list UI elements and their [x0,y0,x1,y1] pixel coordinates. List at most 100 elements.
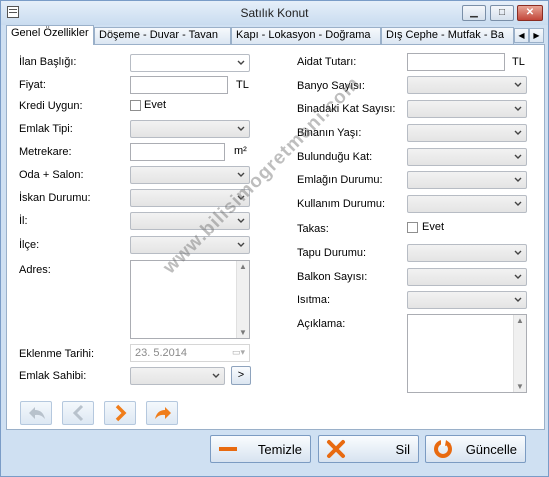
scroll-up-icon[interactable]: ▲ [516,316,524,325]
balkon-sayisi-label: Balkon Sayısı: [297,271,368,283]
metrekare-label: Metrekare: [19,146,72,158]
kredi-uygun-label: Kredi Uygun: [19,100,83,112]
scroll-down-icon[interactable]: ▼ [516,382,524,391]
bulundugu-kat-label: Bulunduğu Kat: [297,151,373,163]
tab-kapi-lokasyon-dograma[interactable]: Kapı - Lokasyon - Doğrama [231,27,381,44]
oda-salon-select[interactable] [130,166,250,184]
iskan-durumu-label: İskan Durumu: [19,192,91,204]
last-record-button[interactable] [146,401,178,425]
emlak-durumu-label: Emlağın Durumu: [297,174,383,186]
ilce-label: İlçe: [19,239,40,251]
adres-label: Adres: [19,264,51,276]
metrekare-input[interactable] [130,143,225,161]
previous-record-button[interactable] [62,401,94,425]
scroll-up-icon[interactable]: ▲ [239,262,247,271]
oda-salon-label: Oda + Salon: [19,169,84,181]
sil-button[interactable]: Sil [318,435,419,463]
chevron-down-icon [514,274,522,279]
chevron-down-icon [237,242,245,247]
kullanim-durumu-select[interactable] [407,195,527,213]
emlak-durumu-select[interactable] [407,171,527,189]
chevron-down-icon [514,297,522,302]
emlak-tipi-label: Emlak Tipi: [19,123,73,135]
tab-scroll-left-button[interactable]: ◀ [514,28,529,43]
tapu-durumu-select[interactable] [407,244,527,262]
chevron-down-icon [514,82,522,87]
eklenme-tarihi-picker[interactable]: 23. 5.2014 ▭▾ [130,344,250,362]
refresh-icon [434,440,452,458]
adres-textarea[interactable]: ▲ ▼ [130,260,250,339]
aciklama-textarea[interactable]: ▲ ▼ [407,314,527,393]
eklenme-tarihi-value: 23. 5.2014 [135,347,187,359]
isitma-select[interactable] [407,291,527,309]
tab-dis-cephe-mutfak[interactable]: Dış Cephe - Mutfak - Ba [381,27,514,44]
tab-doseme-duvar-tavan[interactable]: Döşeme - Duvar - Tavan [94,27,231,44]
fiyat-label: Fiyat: [19,79,46,91]
kredi-uygun-checkbox[interactable] [130,100,141,111]
app-window: Satılık Konut ▁ □ ✕ Genel Özellikler Döş… [0,0,549,477]
chevron-right-icon [115,404,127,422]
fiyat-input[interactable] [130,76,228,94]
metrekare-unit: m² [234,145,247,157]
aidat-tutari-label: Aidat Tutarı: [297,56,357,68]
maximize-button[interactable]: □ [490,5,514,21]
delete-x-icon [327,440,345,458]
chevron-down-icon [514,106,522,111]
kullanim-durumu-label: Kullanım Durumu: [297,198,386,210]
emlak-sahibi-more-button[interactable]: > [231,366,251,385]
bulundugu-kat-select[interactable] [407,148,527,166]
emlak-tipi-select[interactable] [130,120,250,138]
chevron-down-icon [514,250,522,255]
ilan-basligi-select[interactable] [130,54,250,72]
tab-genel-ozellikler[interactable]: Genel Özellikler [6,25,94,45]
chevron-down-icon [514,177,522,182]
chevron-down-icon [212,373,220,378]
close-button[interactable]: ✕ [517,5,543,21]
tapu-durumu-label: Tapu Durumu: [297,247,367,259]
scroll-down-icon[interactable]: ▼ [239,328,247,337]
chevron-down-icon [514,154,522,159]
adres-scrollbar[interactable]: ▲ ▼ [236,261,249,338]
chevron-down-icon [514,201,522,206]
ilan-basligi-label: İlan Başlığı: [19,56,77,68]
banyo-sayisi-select[interactable] [407,76,527,94]
minus-icon [219,447,237,451]
tab-strip: Genel Özellikler Döşeme - Duvar - Tavan … [6,25,546,45]
il-label: İl: [19,215,28,227]
balkon-sayisi-select[interactable] [407,268,527,286]
guncelle-button[interactable]: Güncelle [425,435,526,463]
chevron-down-icon [237,126,245,131]
kat-sayisi-select[interactable] [407,100,527,118]
takas-label: Takas: [297,223,329,235]
minimize-button[interactable]: ▁ [462,5,486,21]
kredi-uygun-check-label: Evet [144,99,167,111]
guncelle-label: Güncelle [465,442,517,457]
aidat-unit: TL [512,56,525,68]
chevron-down-icon [237,218,245,223]
bina-yasi-select[interactable] [407,124,527,142]
title-bar: Satılık Konut ▁ □ ✕ [1,1,548,25]
eklenme-tarihi-label: Eklenme Tarihi: [19,348,94,360]
fiyat-unit: TL [236,79,249,91]
aidat-tutari-input[interactable] [407,53,505,71]
genel-ozellikler-panel: İlan Başlığı: Fiyat: TL Kredi Uygun: Eve… [6,44,545,430]
calendar-icon: ▭▾ [231,347,245,357]
emlak-sahibi-label: Emlak Sahibi: [19,370,87,382]
aciklama-label: Açıklama: [297,318,346,330]
takas-check-label: Evet [422,221,445,233]
redo-arrow-icon [155,407,171,419]
isitma-label: Isıtma: [297,294,331,306]
chevron-left-icon [72,404,84,422]
sil-label: Sil [395,442,410,457]
aciklama-scrollbar[interactable]: ▲ ▼ [513,315,526,392]
emlak-sahibi-select[interactable] [130,367,225,385]
temizle-label: Temizle [257,442,302,457]
chevron-down-icon [237,60,245,65]
undo-arrow-icon [29,407,45,419]
chevron-down-icon [514,130,522,135]
first-record-button[interactable] [20,401,52,425]
tab-scroll-right-button[interactable]: ▶ [529,28,544,43]
next-record-button[interactable] [104,401,136,425]
takas-checkbox[interactable] [407,222,418,233]
temizle-button[interactable]: Temizle [210,435,311,463]
